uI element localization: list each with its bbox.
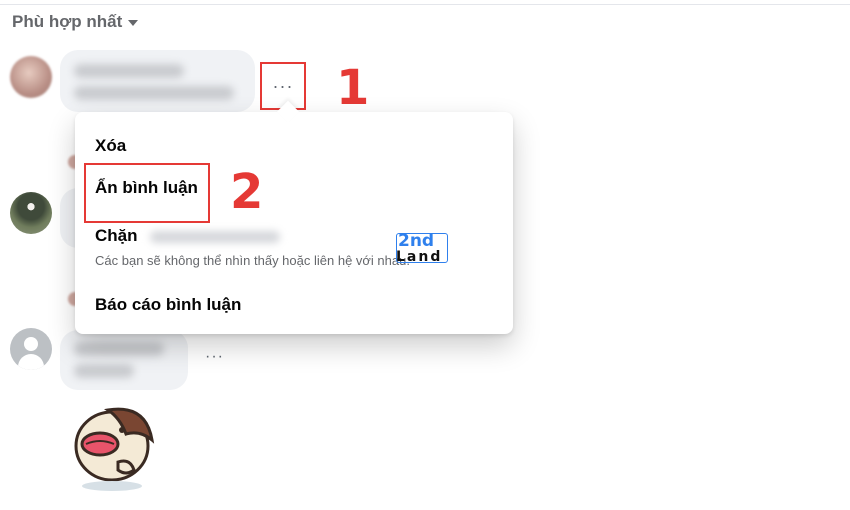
sort-dropdown[interactable]: Phù hợp nhất xyxy=(12,12,139,32)
avatar[interactable] xyxy=(10,192,52,234)
more-options-button[interactable]: ··· xyxy=(205,348,224,366)
top-divider xyxy=(0,4,850,5)
avatar[interactable] xyxy=(10,56,52,98)
more-options-button[interactable]: ··· xyxy=(260,62,306,110)
more-dots-icon: ··· xyxy=(272,75,294,96)
step-marker-2: 2 xyxy=(230,164,264,220)
sticker-icon xyxy=(60,400,160,492)
comment-options-menu: Xóa Ẩn bình luận Chặn Các bạn sẽ không t… xyxy=(75,100,513,334)
comment-bubble xyxy=(60,50,255,112)
menu-item-block[interactable]: Chặn xyxy=(95,226,281,246)
sort-label: Phù hợp nhất xyxy=(12,12,123,31)
menu-item-block-label: Chặn xyxy=(95,226,138,245)
chevron-down-icon xyxy=(128,20,139,26)
menu-item-block-description: Các bạn sẽ không thể nhìn thấy hoặc liên… xyxy=(95,253,410,268)
menu-item-delete[interactable]: Xóa xyxy=(95,136,126,156)
step-marker-1: 1 xyxy=(336,60,370,116)
highlight-box xyxy=(84,163,210,223)
comment-bubble xyxy=(60,330,188,390)
watermark-logo: 2nd Land xyxy=(396,231,450,265)
default-avatar-icon[interactable] xyxy=(10,328,52,370)
menu-item-report-comment[interactable]: Báo cáo bình luận xyxy=(95,295,241,315)
